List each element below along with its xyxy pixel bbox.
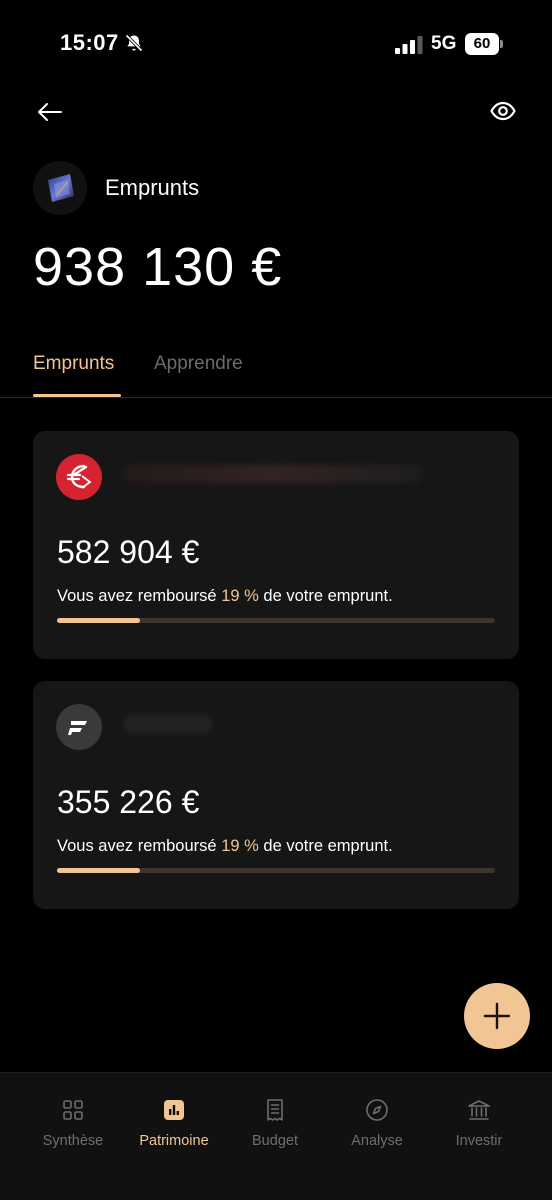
nav-label: Investir <box>455 1133 503 1149</box>
battery-icon: 60 <box>465 33 503 55</box>
progress-track <box>57 618 495 623</box>
total-amount: 938 130 € <box>33 237 283 297</box>
nav-label: Patrimoine <box>139 1133 209 1149</box>
tab-bar: Emprunts Apprendre <box>0 350 552 398</box>
compass-icon <box>364 1097 390 1123</box>
eye-icon <box>490 101 516 121</box>
progress-suffix: de votre emprunt. <box>263 587 393 605</box>
progress-fill <box>57 618 141 623</box>
loan-card[interactable]: 355 226 € Vous avez remboursé 19 % de vo… <box>33 681 519 909</box>
progress-percent: 19 % <box>221 587 259 605</box>
nav-item-synthese[interactable]: Synthèse <box>23 1097 123 1149</box>
loan-amount: 582 904 € <box>57 534 200 570</box>
bank-logo-icon <box>68 721 87 735</box>
bell-off-icon <box>125 34 143 52</box>
page-header: Emprunts <box>33 160 199 216</box>
page-title: Emprunts <box>105 175 200 200</box>
status-bar: 15:07 5G 60 <box>0 0 552 90</box>
back-button[interactable] <box>34 96 66 128</box>
toggle-visibility-button[interactable] <box>488 96 518 126</box>
progress-fill <box>57 868 141 873</box>
bank-name-redacted <box>123 715 213 733</box>
nav-label: Analyse <box>351 1133 403 1149</box>
active-tab-indicator <box>33 394 121 397</box>
nav-label: Synthèse <box>42 1133 104 1149</box>
add-loan-button[interactable] <box>464 983 530 1049</box>
nav-label: Budget <box>252 1133 298 1149</box>
nav-item-budget[interactable]: Budget <box>225 1097 325 1149</box>
bank-icon <box>466 1097 492 1123</box>
category-logo <box>33 161 87 215</box>
signal-icon <box>395 36 423 54</box>
bar-chart-icon <box>161 1097 187 1123</box>
loan-amount: 355 226 € <box>57 784 200 820</box>
plus-icon <box>483 1002 511 1030</box>
bank-logo <box>56 704 102 750</box>
bank-logo-icon <box>66 464 92 489</box>
network-type: 5G <box>431 33 457 54</box>
progress-track <box>57 868 495 873</box>
progress-text: Vous avez remboursé 19 % de votre emprun… <box>57 837 393 856</box>
grid-icon <box>60 1097 86 1123</box>
progress-suffix: de votre emprunt. <box>263 837 393 855</box>
progress-text: Vous avez remboursé 19 % de votre emprun… <box>57 587 393 606</box>
bank-logo <box>56 454 102 500</box>
progress-prefix: Vous avez remboursé <box>57 837 217 855</box>
status-time: 15:07 <box>60 30 119 55</box>
bottom-navigation: Synthèse Patrimoine Budget Analyse Inves… <box>0 1072 552 1200</box>
battery-level: 60 <box>465 33 499 55</box>
receipt-icon <box>262 1097 288 1123</box>
progress-prefix: Vous avez remboursé <box>57 587 217 605</box>
nav-item-analyse[interactable]: Analyse <box>327 1097 427 1149</box>
nav-item-investir[interactable]: Investir <box>429 1097 529 1149</box>
nav-item-patrimoine[interactable]: Patrimoine <box>124 1097 224 1149</box>
loan-card[interactable]: 582 904 € Vous avez remboursé 19 % de vo… <box>33 431 519 659</box>
progress-percent: 19 % <box>221 837 259 855</box>
category-image-icon <box>48 174 74 202</box>
tab-emprunts[interactable]: Emprunts <box>33 353 114 375</box>
arrow-left-icon <box>38 103 62 121</box>
bank-name-redacted <box>123 465 423 483</box>
tab-apprendre[interactable]: Apprendre <box>154 353 243 375</box>
